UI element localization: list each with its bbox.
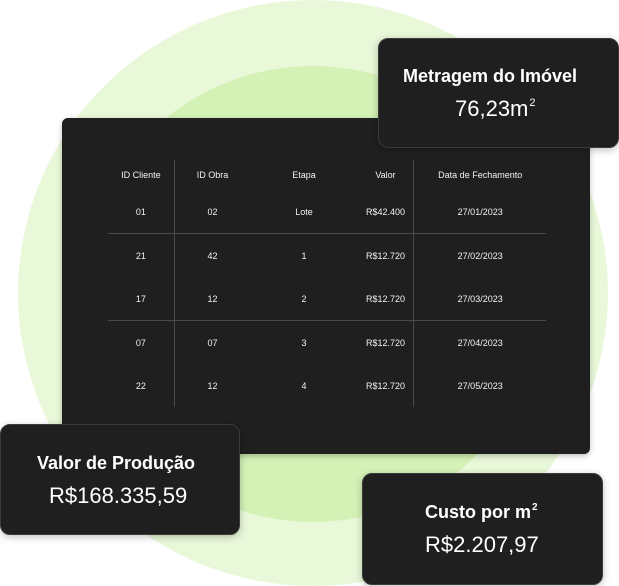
cell-valor: R$42.400 [357,190,415,234]
custo-label: Custo por m [425,502,531,522]
cell-etapa: 4 [301,380,307,391]
producao-label: Valor de Produção [37,453,196,473]
metragem-value-wrap: 76,23m2 [455,96,536,122]
cell-id-cliente: 21 [108,233,175,277]
header-valor: Valor [357,160,415,190]
cell-id-obra: 02 [174,190,251,234]
cell-id-cliente: 22 [108,364,175,407]
header-id-obra: ID Obra [196,170,229,180]
header-etapa: Etapa [292,170,316,180]
cell-id-cliente: 17 [108,277,175,321]
table-row: 21 42 1 R$12.720 27/02/2023 [108,233,546,277]
cell-id-obra: 42 [207,250,218,261]
metragem-card: Metragem do Imóvel 76,23m2 [378,38,619,148]
cell-valor: R$12.720 [357,320,415,364]
table-row: 07 07 3 R$12.720 27/04/2023 [108,320,546,364]
canvas: ID Cliente ID Obra Etapa Valor Data de F… [0,0,619,586]
cell-data-fechamento: 27/05/2023 [457,380,503,391]
table-row: 17 12 2 R$12.720 27/03/2023 [108,277,546,321]
header-data-fechamento: Data de Fechamento [438,170,523,180]
custo-label-exponent: 2 [532,502,538,513]
cell-valor: R$12.720 [357,277,415,321]
custo-value: R$2.207,97 [425,532,539,557]
table-row: 01 02 Lote R$42.400 27/01/2023 [108,190,546,234]
metragem-label: Metragem do Imóvel [403,66,578,86]
cell-id-obra: 12 [174,277,251,321]
custo-card: Custo por m2 R$2.207,97 [362,473,603,585]
cell-valor: R$12.720 [357,233,415,277]
table-header-row: ID Cliente ID Obra Etapa Valor Data de F… [108,160,546,190]
producao-value: R$168.335,59 [49,483,188,508]
producao-card: Valor de Produção R$168.335,59 [0,424,240,535]
cell-data-fechamento: 27/04/2023 [457,337,503,348]
cell-id-cliente: 07 [108,320,175,364]
cell-etapa: 2 [250,277,358,321]
cell-id-obra: 07 [207,337,218,348]
cell-data-fechamento: 27/02/2023 [457,250,503,261]
cell-data-fechamento: 27/01/2023 [413,190,546,234]
metragem-value: 76,23m [455,96,529,121]
cell-data-fechamento: 27/03/2023 [413,277,546,321]
cell-id-cliente: 01 [108,190,175,234]
cell-etapa: 3 [301,337,307,348]
table-row: 22 12 4 R$12.720 27/05/2023 [108,364,546,407]
cell-valor: R$12.720 [357,364,415,407]
custo-label-wrap: Custo por m2 [425,502,538,523]
cell-etapa: 1 [301,250,307,261]
metragem-unit-exponent: 2 [529,97,536,109]
closing-table: ID Cliente ID Obra Etapa Valor Data de F… [108,160,546,407]
cell-etapa: Lote [250,190,358,234]
header-id-cliente: ID Cliente [108,160,175,190]
cell-id-obra: 12 [207,380,218,391]
